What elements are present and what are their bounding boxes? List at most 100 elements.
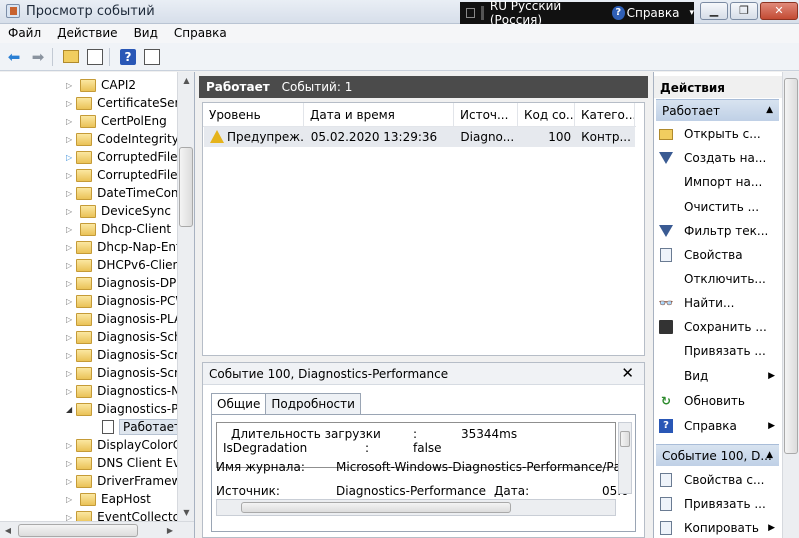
scrollbar-thumb[interactable] [620, 431, 630, 447]
collapse-icon[interactable]: ▲ [766, 450, 773, 460]
tree-item[interactable]: ▷ Diagnosis-DPS [0, 274, 178, 292]
tree-item[interactable]: ▷ CodeIntegrity [0, 130, 178, 148]
expand-arrow-icon[interactable]: ▷ [66, 495, 76, 504]
expand-arrow-icon[interactable]: ▷ [66, 387, 72, 396]
menu-help[interactable]: Справка [166, 24, 235, 43]
column-datetime[interactable]: Дата и время [304, 103, 454, 127]
minimize-button[interactable]: ▁ [700, 2, 728, 20]
tab-general[interactable]: Общие [211, 393, 267, 415]
expand-arrow-icon[interactable]: ▷ [66, 477, 72, 486]
tree-item[interactable]: ▷ CAPI2 [0, 76, 178, 94]
tree-item[interactable]: ▷ DeviceSync [0, 202, 178, 220]
action-properties[interactable]: Свойства [658, 243, 779, 267]
expand-arrow-icon[interactable]: ▷ [66, 225, 76, 234]
language-bar-help[interactable]: Справка [627, 6, 680, 20]
expand-arrow-icon[interactable]: ▷ [66, 243, 72, 252]
scroll-left-icon[interactable]: ◀ [0, 522, 16, 538]
action-import-custom-view[interactable]: Импорт на... [658, 170, 779, 194]
expand-arrow-icon[interactable]: ▷ [66, 351, 72, 360]
table-row[interactable]: Предупреж... 05.02.2020 13:29:36 Diagno.… [204, 127, 635, 147]
expand-arrow-icon[interactable]: ▷ [66, 81, 76, 90]
detail-vertical-scrollbar[interactable] [618, 422, 632, 494]
menu-file[interactable]: Файл [0, 24, 49, 43]
expand-arrow-icon[interactable]: ▷ [66, 441, 72, 450]
actions-section-log[interactable]: Работает ▲ [656, 99, 779, 121]
close-button[interactable]: ✕ [760, 2, 798, 20]
action-clear-log[interactable]: Очистить ... [658, 195, 779, 219]
expand-arrow-icon[interactable]: ▷ [66, 279, 72, 288]
column-category[interactable]: Катего... [575, 103, 635, 127]
action-disable-log[interactable]: Отключить... [658, 267, 779, 291]
tree-item[interactable]: ▷Diagnosis-PCW [0, 292, 178, 310]
tree-item-selected[interactable]: Работает [0, 418, 178, 436]
collapse-arrow-icon[interactable]: ◢ [66, 405, 72, 414]
scroll-right-icon[interactable]: ▶ [162, 522, 178, 538]
tree-item[interactable]: ▷ CertificateServ [0, 94, 178, 112]
tree-item[interactable]: ▷ Diagnosis-Scri [0, 346, 178, 364]
expand-arrow-icon[interactable]: ▷ [66, 207, 76, 216]
description-horizontal-scrollbar[interactable] [216, 499, 616, 516]
tree-horizontal-scrollbar[interactable]: ◀ ▶ [0, 521, 194, 538]
scroll-up-icon[interactable]: ▲ [178, 72, 194, 89]
column-level[interactable]: Уровень [203, 103, 304, 127]
expand-arrow-icon[interactable]: ▷ [66, 117, 76, 126]
scrollbar-thumb[interactable] [179, 147, 193, 227]
chevron-down-icon[interactable]: ▾ [689, 8, 694, 18]
maximize-button[interactable]: ❐ [730, 2, 758, 20]
tree-item[interactable]: ▷ Diagnosis-PLA [0, 310, 178, 328]
tree-item[interactable]: ▷ Diagnostics-N [0, 382, 178, 400]
tree-item[interactable]: ▷ Diagnosis-Scri [0, 364, 178, 382]
tree-item-expanded[interactable]: ◢ Diagnostics-Pe [0, 400, 178, 418]
actions-vertical-scrollbar[interactable] [782, 72, 799, 538]
tree-item[interactable]: ▷ Dhcp-Client [0, 220, 178, 238]
help-button[interactable]: ? [118, 47, 138, 67]
expand-arrow-icon[interactable]: ▷ [66, 135, 72, 144]
up-folder-button[interactable] [61, 47, 81, 67]
tree-item[interactable]: ▷ CertPolEng [0, 112, 178, 130]
tree-item[interactable]: ▷ DHCPv6-Clien [0, 256, 178, 274]
close-icon[interactable]: ✕ [621, 364, 634, 382]
menu-view[interactable]: Вид [126, 24, 166, 43]
action-create-custom-view[interactable]: Создать на... [658, 146, 779, 170]
scrollbar-thumb[interactable] [784, 78, 798, 454]
action-copy[interactable]: Копировать ▶ [658, 516, 779, 538]
scroll-down-icon[interactable]: ▼ [178, 504, 194, 521]
column-source[interactable]: Источ... [454, 103, 518, 127]
tree-item[interactable]: ▷DNS Client Eve [0, 454, 178, 472]
tree-item[interactable]: ▷ CorruptedFileF [0, 148, 178, 166]
back-arrow-icon[interactable]: ⬅ [4, 47, 24, 67]
action-attach-task-to-event[interactable]: Привязать ... [658, 492, 779, 516]
action-event-properties[interactable]: Свойства с... [658, 468, 779, 492]
expand-arrow-icon[interactable]: ▷ [66, 297, 72, 306]
action-find[interactable]: 👓 Найти... [658, 291, 779, 315]
show-hide-action-pane-button[interactable] [142, 47, 162, 67]
expand-arrow-icon[interactable]: ▷ [66, 153, 72, 162]
language-bar[interactable]: RU Русский (Россия) ? Справка ▾ [460, 0, 694, 27]
expand-arrow-icon[interactable]: ▷ [66, 99, 72, 108]
expand-arrow-icon[interactable]: ▷ [66, 369, 72, 378]
tree-item[interactable]: ▷ CorruptedFileF [0, 166, 178, 184]
action-attach-task[interactable]: Привязать ... [658, 339, 779, 363]
expand-arrow-icon[interactable]: ▷ [66, 261, 72, 270]
action-help[interactable]: ? Справка ▶ [658, 414, 779, 438]
menu-action[interactable]: Действие [49, 24, 125, 43]
tree-item[interactable]: ▷ Dhcp-Nap-Enf [0, 238, 178, 256]
action-view[interactable]: Вид ▶ [658, 364, 779, 388]
expand-arrow-icon[interactable]: ▷ [66, 333, 72, 342]
expand-arrow-icon[interactable]: ▷ [66, 459, 72, 468]
collapse-icon[interactable]: ▲ [766, 105, 773, 115]
column-event-id[interactable]: Код со... [518, 103, 575, 127]
expand-arrow-icon[interactable]: ▷ [66, 189, 72, 198]
scrollbar-thumb[interactable] [241, 502, 511, 513]
tree-item[interactable]: ▷ Diagnosis-Sch [0, 328, 178, 346]
expand-arrow-icon[interactable]: ▷ [66, 315, 72, 324]
action-save-events[interactable]: Сохранить ... [658, 315, 779, 339]
tree-item[interactable]: ▷DriverFramewo [0, 472, 178, 490]
action-open-saved-log[interactable]: Открыть с... [658, 122, 779, 146]
tree-vertical-scrollbar[interactable]: ▲ ▼ [177, 72, 194, 538]
tab-details[interactable]: Подробности [265, 393, 361, 414]
action-filter-current-log[interactable]: Фильтр тек... [658, 219, 779, 243]
expand-arrow-icon[interactable]: ▷ [66, 171, 72, 180]
actions-section-event[interactable]: Событие 100, D... ▲ [656, 444, 779, 466]
scrollbar-thumb[interactable] [18, 524, 138, 537]
